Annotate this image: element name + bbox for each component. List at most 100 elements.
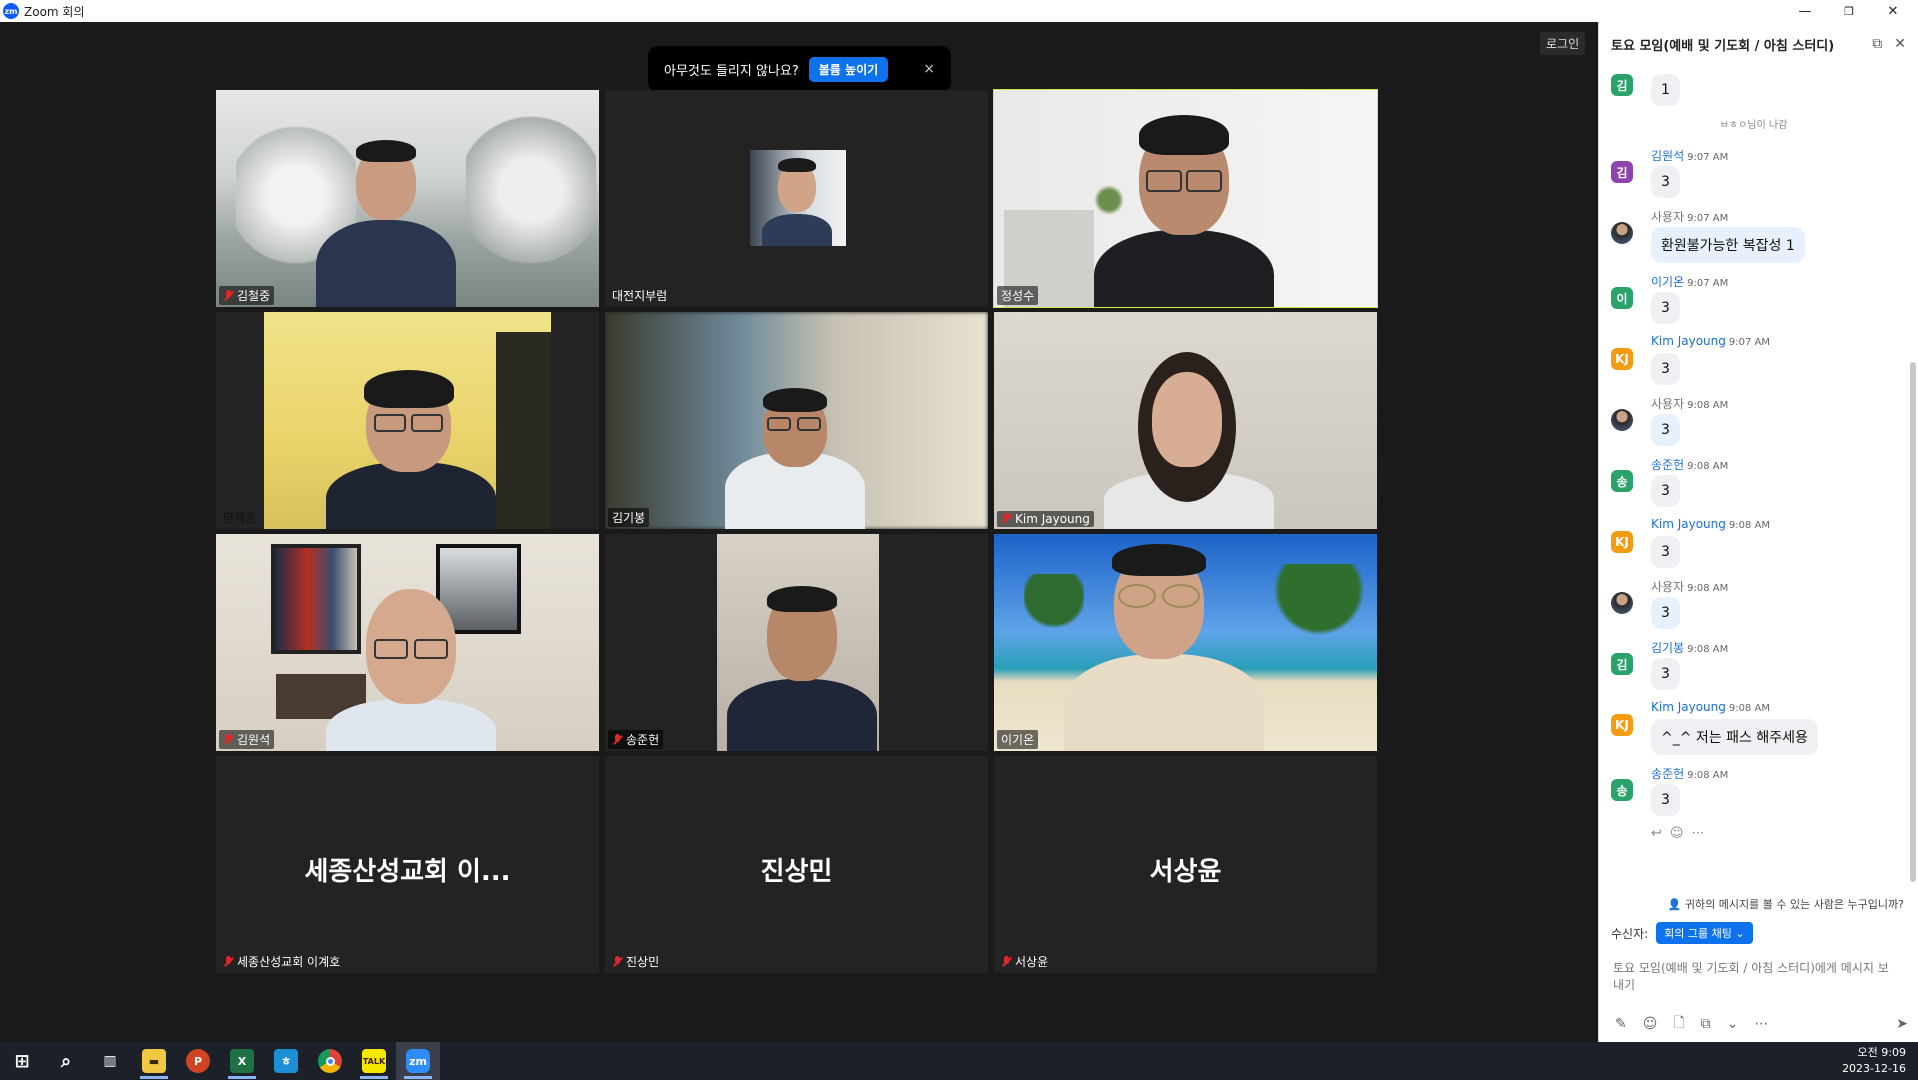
message-bubble[interactable]: 3 bbox=[1651, 166, 1680, 198]
sender-name[interactable]: 송준헌 bbox=[1651, 767, 1684, 781]
message-bubble[interactable]: 환원불가능한 복잡성 1 bbox=[1651, 227, 1805, 263]
sender-name[interactable]: 사용자 bbox=[1651, 210, 1684, 224]
popout-icon[interactable]: ⧉ bbox=[1872, 36, 1882, 52]
chat-message: 김 김기봉 9:08 AM 3 bbox=[1599, 639, 1908, 690]
chat-scrollbar[interactable] bbox=[1910, 362, 1916, 882]
chrome-icon[interactable] bbox=[308, 1042, 352, 1080]
participant-display-name: 진상민 bbox=[760, 857, 833, 887]
file-icon[interactable]: 🗋 bbox=[1673, 1012, 1684, 1036]
participant-display-name: 서상윤 bbox=[1149, 857, 1222, 887]
sender-name[interactable]: 김기봉 bbox=[1651, 641, 1684, 655]
participant-name: Kim Jayoung bbox=[997, 511, 1094, 527]
format-icon[interactable]: ✎ bbox=[1615, 1016, 1627, 1032]
avatar: 김 bbox=[1611, 74, 1633, 96]
message-actions[interactable]: ↩☺⋯ bbox=[1599, 826, 1908, 846]
powerpoint-icon[interactable]: P bbox=[176, 1042, 220, 1080]
windows-start-icon[interactable]: ⊞ bbox=[0, 1042, 44, 1080]
sender-name[interactable]: 사용자 bbox=[1651, 580, 1684, 594]
close-icon[interactable]: ✕ bbox=[1894, 36, 1906, 52]
message-input[interactable]: 토요 모임(예배 및 기도회 / 아침 스터디)에게 메시지 보내기 bbox=[1613, 960, 1898, 994]
video-tile-active-speaker[interactable]: 정성수 bbox=[993, 89, 1378, 308]
chat-message: 김 1 bbox=[1599, 74, 1908, 106]
recipient-label: 수신자: bbox=[1611, 926, 1649, 941]
user-avatar-photo bbox=[1611, 222, 1633, 244]
video-tile[interactable]: 김철중 bbox=[216, 90, 599, 307]
video-tile-off[interactable]: 세종산성교회 이... 세종산성교회 이계호 bbox=[216, 756, 599, 973]
mic-muted-icon bbox=[223, 289, 234, 302]
excel-icon[interactable]: X bbox=[220, 1042, 264, 1080]
restore-button[interactable]: ❐ bbox=[1826, 0, 1872, 22]
audio-notice-text: 아무것도 들리지 않나요? bbox=[664, 63, 799, 79]
sender-name[interactable]: 송준헌 bbox=[1651, 458, 1684, 472]
kakaotalk-icon[interactable]: TALK bbox=[352, 1042, 396, 1080]
signin-button[interactable]: 로그인 bbox=[1540, 32, 1586, 55]
hangul-icon[interactable]: ㅎ bbox=[264, 1042, 308, 1080]
sender-name[interactable]: Kim Jayoung bbox=[1651, 517, 1726, 531]
chat-message: 이 이기온 9:07 AM 3 bbox=[1599, 273, 1908, 324]
taskbar-clock[interactable]: 오전 9:09 2023-12-16 bbox=[1842, 1045, 1906, 1077]
message-bubble[interactable]: 3 bbox=[1651, 536, 1680, 568]
more-icon: ⋯ bbox=[1691, 826, 1713, 841]
file-explorer-icon[interactable]: ▬ bbox=[132, 1042, 176, 1080]
chat-message-list[interactable]: 김 1 ㅂㅎㅇ님이 나감 김 김원석 9:07 AM 3 사용자 9:07 AM 환원불가능… bbox=[1599, 66, 1908, 896]
avatar: 김 bbox=[1611, 161, 1633, 183]
message-time: 9:08 AM bbox=[1687, 400, 1729, 411]
increase-volume-button[interactable]: 볼륨 높이기 bbox=[808, 56, 889, 82]
message-bubble[interactable]: ^_^ 저는 패스 해주세용 bbox=[1651, 719, 1818, 755]
chat-message: KJ Kim Jayoung 9:08 AM ^_^ 저는 패스 해주세용 bbox=[1599, 700, 1908, 755]
sender-name[interactable]: 이기온 bbox=[1651, 275, 1684, 289]
message-time: 9:08 AM bbox=[1687, 461, 1729, 472]
video-tile[interactable]: 대전지부럼 bbox=[605, 90, 988, 307]
close-window-button[interactable]: ✕ bbox=[1870, 0, 1916, 22]
task-view-icon[interactable]: ▥ bbox=[88, 1042, 132, 1080]
message-meta: Kim Jayoung 9:08 AM bbox=[1651, 700, 1908, 716]
close-icon[interactable]: × bbox=[923, 61, 935, 77]
video-tile[interactable]: Kim Jayoung bbox=[994, 312, 1377, 529]
video-tile-off[interactable]: 진상민 진상민 bbox=[605, 756, 988, 973]
emoji-reaction-icon: ☺ bbox=[1669, 826, 1692, 841]
user-avatar-photo bbox=[1611, 592, 1633, 614]
who-can-see-link[interactable]: 👤 귀하의 메시지를 볼 수 있는 사람은 누구입니까? bbox=[1599, 896, 1918, 912]
video-tile[interactable]: 송준헌 bbox=[605, 534, 988, 751]
user-avatar-photo bbox=[1611, 409, 1633, 431]
chat-message: 김 김원석 9:07 AM 3 bbox=[1599, 147, 1908, 198]
message-meta: 송준헌 9:08 AM bbox=[1651, 456, 1908, 472]
participant-name: 정성수 bbox=[997, 286, 1039, 305]
message-bubble[interactable]: 3 bbox=[1651, 414, 1680, 446]
chat-message: 사용자 9:07 AM 환원불가능한 복잡성 1 bbox=[1599, 208, 1908, 263]
send-icon[interactable]: ➤ bbox=[1896, 1016, 1908, 1032]
composer-toolbar: ✎ ☺ 🗋 ⧉ ⌄ ⋯ ➤ bbox=[1615, 1012, 1908, 1036]
zoom-icon[interactable]: zm bbox=[396, 1042, 440, 1080]
chevron-down-icon[interactable]: ⌄ bbox=[1727, 1016, 1739, 1032]
message-bubble[interactable]: 3 bbox=[1651, 292, 1680, 324]
sender-name[interactable]: 김원석 bbox=[1651, 149, 1684, 163]
video-tile-off[interactable]: 서상윤 서상윤 bbox=[994, 756, 1377, 973]
recipient-dropdown[interactable]: 회의 그룹 채팅 ⌄ bbox=[1656, 922, 1753, 944]
screenshot-icon[interactable]: ⧉ bbox=[1701, 1016, 1711, 1032]
message-bubble[interactable]: 3 bbox=[1651, 475, 1680, 507]
sender-name[interactable]: Kim Jayoung bbox=[1651, 334, 1726, 348]
message-bubble[interactable]: 3 bbox=[1651, 597, 1680, 629]
participant-name: 김기봉 bbox=[608, 508, 650, 527]
video-tile[interactable]: 명재준 bbox=[216, 312, 599, 529]
video-tile[interactable]: 김기봉 bbox=[605, 312, 988, 529]
message-bubble[interactable]: 3 bbox=[1651, 353, 1680, 385]
message-meta: 사용자 9:08 AM bbox=[1651, 578, 1908, 594]
emoji-icon[interactable]: ☺ bbox=[1643, 1016, 1658, 1032]
mic-muted-icon bbox=[223, 955, 234, 968]
more-icon[interactable]: ⋯ bbox=[1754, 1016, 1768, 1032]
avatar: KJ bbox=[1611, 714, 1633, 736]
video-tile[interactable]: 이기온 bbox=[994, 534, 1377, 751]
message-bubble[interactable]: 1 bbox=[1651, 74, 1680, 106]
message-time: 9:08 AM bbox=[1728, 520, 1770, 531]
message-bubble[interactable]: 3 bbox=[1651, 784, 1680, 816]
video-tile[interactable]: 김원석 bbox=[216, 534, 599, 751]
sender-name[interactable]: Kim Jayoung bbox=[1651, 700, 1726, 714]
sender-name[interactable]: 사용자 bbox=[1651, 397, 1684, 411]
message-meta: 사용자 9:07 AM bbox=[1651, 208, 1908, 224]
mic-muted-icon bbox=[223, 733, 234, 746]
minimize-button[interactable]: — bbox=[1782, 0, 1828, 22]
search-icon[interactable]: ⌕ bbox=[44, 1042, 88, 1080]
chat-message: 송 송준헌 9:08 AM 3 bbox=[1599, 765, 1908, 816]
message-bubble[interactable]: 3 bbox=[1651, 658, 1680, 690]
